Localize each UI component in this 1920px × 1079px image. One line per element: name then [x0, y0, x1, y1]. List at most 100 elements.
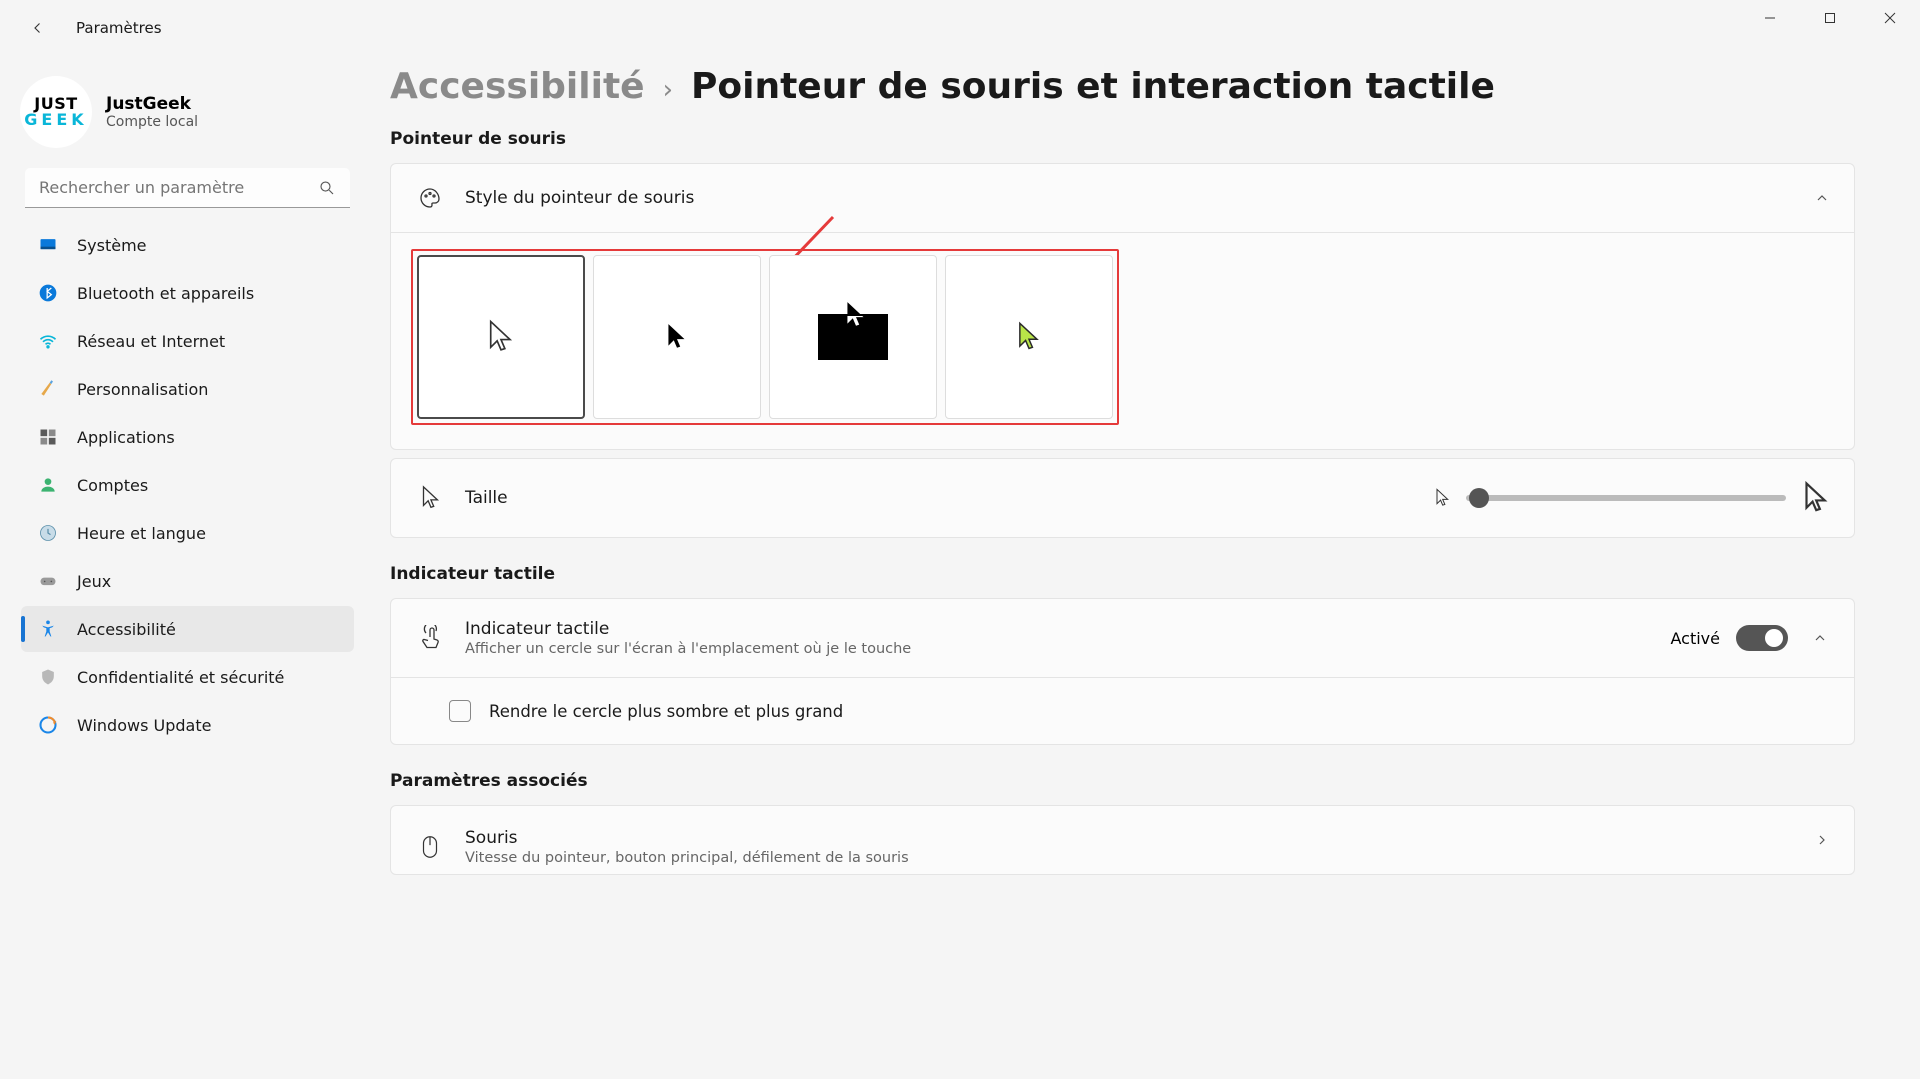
touch-row-subtitle: Afficher un cercle sur l'écran à l'empla… — [465, 641, 911, 657]
related-mouse-label: Souris — [465, 828, 909, 848]
maximize-button[interactable] — [1800, 0, 1860, 36]
touch-toggle[interactable] — [1736, 625, 1788, 651]
sidebar-item-network[interactable]: Réseau et Internet — [21, 318, 354, 364]
main-content: Accessibilité › Pointeur de souris et in… — [360, 56, 1920, 1079]
touch-darker-option[interactable]: Rendre le cercle plus sombre et plus gra… — [391, 678, 1854, 744]
search-wrap — [25, 168, 350, 208]
section-title-related: Paramètres associés — [390, 771, 1855, 791]
minimize-icon — [1764, 12, 1776, 24]
breadcrumb: Accessibilité › Pointeur de souris et in… — [390, 66, 1855, 107]
cursor-large-icon — [1802, 481, 1828, 515]
close-icon — [1884, 12, 1896, 24]
sidebar-item-bluetooth[interactable]: Bluetooth et appareils — [21, 270, 354, 316]
wifi-icon — [37, 330, 59, 352]
sidebar-item-accessibility[interactable]: Accessibilité — [21, 606, 354, 652]
sidebar-item-label: Personnalisation — [77, 380, 208, 399]
touch-indicator-card: Indicateur tactile Afficher un cercle su… — [390, 598, 1855, 745]
person-icon — [37, 474, 59, 496]
mouse-icon — [417, 834, 443, 860]
nav: Système Bluetooth et appareils Réseau et… — [15, 222, 360, 748]
avatar: JUST GEEK — [20, 76, 92, 148]
minimize-button[interactable] — [1740, 0, 1800, 36]
pointer-style-custom[interactable] — [945, 255, 1113, 419]
chevron-up-icon — [1812, 630, 1828, 646]
size-slider-area — [1434, 481, 1828, 515]
user-subtitle: Compte local — [106, 114, 198, 130]
user-block[interactable]: JUST GEEK JustGeek Compte local — [15, 66, 360, 168]
title-bar: Paramètres — [0, 0, 1920, 56]
sidebar-item-label: Heure et langue — [77, 524, 206, 543]
paintbrush-icon — [37, 378, 59, 400]
touch-toggle-wrap: Activé — [1671, 625, 1829, 651]
sidebar-item-label: Comptes — [77, 476, 148, 495]
app-title: Paramètres — [76, 19, 162, 37]
breadcrumb-separator: › — [663, 75, 673, 105]
size-label: Taille — [465, 488, 508, 508]
page-title: Pointeur de souris et interaction tactil… — [691, 66, 1495, 107]
sidebar-item-label: Système — [77, 236, 147, 255]
sidebar-item-system[interactable]: Système — [21, 222, 354, 268]
sidebar-item-personalization[interactable]: Personnalisation — [21, 366, 354, 412]
sidebar-item-label: Jeux — [77, 572, 111, 591]
pointer-style-card: Style du pointeur de souris — [390, 163, 1855, 450]
cursor-small-icon — [1434, 488, 1450, 508]
pointer-size-card: Taille — [390, 458, 1855, 538]
sidebar-item-label: Bluetooth et appareils — [77, 284, 254, 303]
window-controls — [1740, 0, 1920, 36]
touch-darker-checkbox[interactable] — [449, 700, 471, 722]
sidebar-item-privacy[interactable]: Confidentialité et sécurité — [21, 654, 354, 700]
pointer-style-label: Style du pointeur de souris — [465, 188, 694, 208]
sidebar-item-label: Réseau et Internet — [77, 332, 225, 351]
chevron-right-icon — [1814, 832, 1830, 848]
sidebar-item-label: Applications — [77, 428, 175, 447]
search-input[interactable] — [25, 168, 350, 208]
cursor-icon — [417, 485, 443, 511]
section-title-touch: Indicateur tactile — [390, 564, 1855, 584]
apps-icon — [37, 426, 59, 448]
bluetooth-icon — [37, 282, 59, 304]
search-icon — [318, 179, 336, 197]
sidebar-item-label: Windows Update — [77, 716, 211, 735]
toggle-knob — [1765, 629, 1783, 647]
pointer-style-options — [391, 232, 1854, 449]
sidebar-item-update[interactable]: Windows Update — [21, 702, 354, 748]
size-slider-thumb[interactable] — [1469, 488, 1489, 508]
shield-icon — [37, 666, 59, 688]
avatar-line2: GEEK — [24, 112, 87, 128]
monitor-icon — [37, 234, 59, 256]
section-title-pointer: Pointeur de souris — [390, 129, 1855, 149]
sidebar-item-apps[interactable]: Applications — [21, 414, 354, 460]
pointer-style-black[interactable] — [593, 255, 761, 419]
touch-row-title: Indicateur tactile — [465, 619, 911, 639]
size-slider[interactable] — [1466, 495, 1786, 501]
sidebar-item-label: Confidentialité et sécurité — [77, 668, 284, 687]
touch-icon — [417, 625, 443, 651]
close-button[interactable] — [1860, 0, 1920, 36]
sidebar: JUST GEEK JustGeek Compte local Système — [0, 56, 360, 1079]
chevron-up-icon — [1814, 190, 1830, 206]
sidebar-item-gaming[interactable]: Jeux — [21, 558, 354, 604]
sidebar-item-time-language[interactable]: Heure et langue — [21, 510, 354, 556]
sidebar-item-label: Accessibilité — [77, 620, 176, 639]
pointer-size-row: Taille — [391, 459, 1854, 537]
maximize-icon — [1824, 12, 1836, 24]
touch-indicator-header[interactable]: Indicateur tactile Afficher un cercle su… — [391, 599, 1854, 678]
palette-icon — [417, 186, 443, 210]
related-mouse-card[interactable]: Souris Vitesse du pointeur, bouton princ… — [390, 805, 1855, 875]
touch-state-label: Activé — [1671, 629, 1721, 648]
pointer-style-header[interactable]: Style du pointeur de souris — [391, 164, 1854, 232]
pointer-style-inverted[interactable] — [769, 255, 937, 419]
annotation-highlight-box — [411, 249, 1119, 425]
touch-darker-label: Rendre le cercle plus sombre et plus gra… — [489, 702, 843, 721]
back-button[interactable] — [20, 10, 56, 46]
clock-icon — [37, 522, 59, 544]
gamepad-icon — [37, 570, 59, 592]
user-name: JustGeek — [106, 94, 198, 114]
breadcrumb-parent[interactable]: Accessibilité — [390, 66, 645, 107]
related-mouse-sub: Vitesse du pointeur, bouton principal, d… — [465, 850, 909, 866]
sidebar-item-accounts[interactable]: Comptes — [21, 462, 354, 508]
update-icon — [37, 714, 59, 736]
arrow-left-icon — [29, 19, 47, 37]
pointer-style-white[interactable] — [417, 255, 585, 419]
accessibility-icon — [37, 618, 59, 640]
